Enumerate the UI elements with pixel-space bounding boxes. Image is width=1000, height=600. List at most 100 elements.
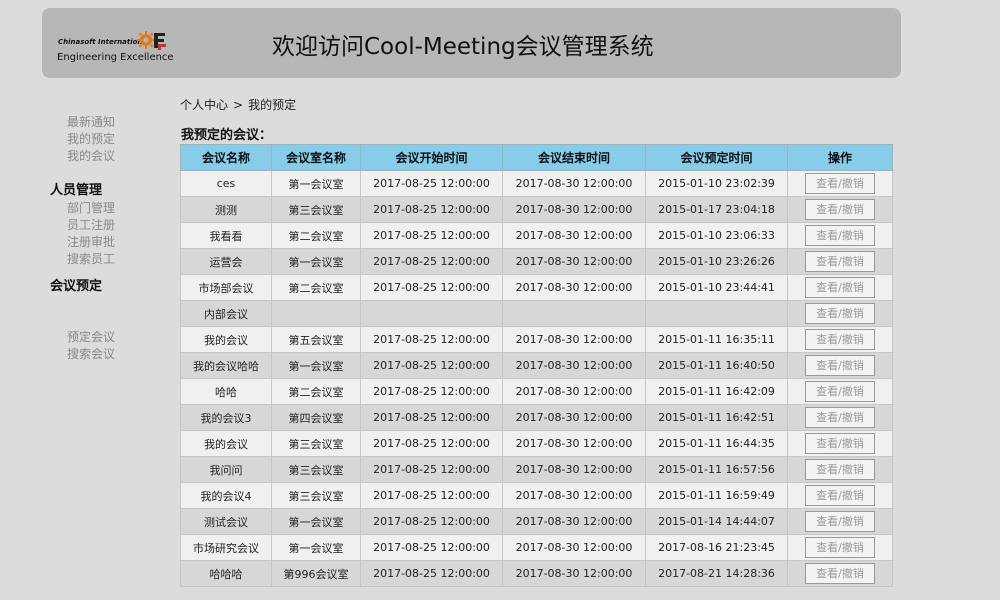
table-header-row: 会议名称 会议室名称 会议开始时间 会议结束时间 会议预定时间 操作 <box>180 144 893 171</box>
cell-end-time: 2017-08-30 12:00:00 <box>502 534 646 561</box>
view-cancel-button[interactable]: 查看/撤销 <box>805 225 875 246</box>
logo-main-text: Engineering Excellence <box>57 52 174 63</box>
cell-end-time: 2017-08-30 12:00:00 <box>502 274 646 301</box>
sidebar-nav: 最新通知 我的预定 我的会议 人员管理 部门管理 员工注册 注册审批 搜索员工 … <box>50 114 160 363</box>
cell-room-name: 第一会议室 <box>271 170 361 197</box>
cell-start-time: 2017-08-25 12:00:00 <box>360 352 503 379</box>
cell-meeting-name: 内部会议 <box>180 300 272 327</box>
view-cancel-button[interactable]: 查看/撤销 <box>805 329 875 350</box>
cell-meeting-name: 我的会议 <box>180 430 272 457</box>
sidebar-item-my-bookings[interactable]: 我的预定 <box>50 131 160 148</box>
cell-end-time: 2017-08-30 12:00:00 <box>502 170 646 197</box>
cell-start-time: 2017-08-25 12:00:00 <box>360 560 503 587</box>
table-row: 测测 第三会议室 2017-08-25 12:00:00 2017-08-30 12:… <box>180 196 893 223</box>
cell-room-name: 第二会议室 <box>271 222 361 249</box>
view-cancel-button[interactable]: 查看/撤销 <box>805 173 875 194</box>
sidebar-item-departments[interactable]: 部门管理 <box>50 200 160 217</box>
table-row: 我看看 第二会议室 2017-08-25 12:00:00 2017-08-30 12… <box>180 222 893 249</box>
cell-actions: 查看/撤销 <box>787 456 893 483</box>
cell-meeting-name: 我问问 <box>180 456 272 483</box>
table-row: 哈哈 第二会议室 2017-08-25 12:00:00 2017-08-30 12:… <box>180 378 893 405</box>
header-banner: Chinasoft International Engineering Exce… <box>42 8 901 78</box>
cell-room-name: 第三会议室 <box>271 196 361 223</box>
cell-start-time: 2017-08-25 12:00:00 <box>360 326 503 353</box>
col-header-room-name: 会议室名称 <box>271 144 361 171</box>
cell-actions: 查看/撤销 <box>787 274 893 301</box>
cell-start-time: 2017-08-25 12:00:00 <box>360 456 503 483</box>
cell-start-time: 2017-08-25 12:00:00 <box>360 274 503 301</box>
cell-meeting-name: 测测 <box>180 196 272 223</box>
cell-actions: 查看/撤销 <box>787 430 893 457</box>
table-row: 我问问 第三会议室 2017-08-25 12:00:00 2017-08-30 12… <box>180 456 893 483</box>
table-row: 我的会议 第三会议室 2017-08-25 12:00:00 2017-08-30 1… <box>180 430 893 457</box>
cell-room-name: 第996会议室 <box>271 560 361 587</box>
cell-end-time: 2017-08-30 12:00:00 <box>502 560 646 587</box>
table-row: 我的会议 第五会议室 2017-08-25 12:00:00 2017-08-30 1… <box>180 326 893 353</box>
view-cancel-button[interactable]: 查看/撤销 <box>805 251 875 272</box>
cell-actions: 查看/撤销 <box>787 378 893 405</box>
cell-end-time: 2017-08-30 12:00:00 <box>502 196 646 223</box>
view-cancel-button[interactable]: 查看/撤销 <box>805 199 875 220</box>
sidebar-item-register-employee[interactable]: 员工注册 <box>50 217 160 234</box>
cell-room-name: 第五会议室 <box>271 326 361 353</box>
cell-meeting-name: 市场部会议 <box>180 274 272 301</box>
cell-actions: 查看/撤销 <box>787 560 893 587</box>
view-cancel-button[interactable]: 查看/撤销 <box>805 277 875 298</box>
cell-meeting-name: 我的会议 <box>180 326 272 353</box>
sidebar-heading-booking: 会议预定 <box>50 279 103 294</box>
cell-room-name <box>271 300 361 327</box>
view-cancel-button[interactable]: 查看/撤销 <box>805 563 875 584</box>
cell-booked-time: 2015-01-11 16:59:49 <box>645 482 788 509</box>
col-header-actions: 操作 <box>787 144 893 171</box>
view-cancel-button[interactable]: 查看/撤销 <box>805 485 875 506</box>
view-cancel-button[interactable]: 查看/撤销 <box>805 537 875 558</box>
cell-booked-time: 2015-01-11 16:42:51 <box>645 404 788 431</box>
sidebar-item-search-employee[interactable]: 搜索员工 <box>50 251 160 268</box>
cell-end-time: 2017-08-30 12:00:00 <box>502 482 646 509</box>
cell-actions: 查看/撤销 <box>787 248 893 275</box>
cell-start-time: 2017-08-25 12:00:00 <box>360 248 503 275</box>
cell-room-name: 第二会议室 <box>271 378 361 405</box>
cell-meeting-name: 我的会议3 <box>180 404 272 431</box>
col-header-end-time: 会议结束时间 <box>502 144 646 171</box>
cell-meeting-name: ces <box>180 170 272 197</box>
cell-start-time: 2017-08-25 12:00:00 <box>360 404 503 431</box>
view-cancel-button[interactable]: 查看/撤销 <box>805 303 875 324</box>
app-window: Chinasoft International Engineering Exce… <box>0 0 1000 600</box>
cell-meeting-name: 哈哈 <box>180 378 272 405</box>
sidebar-item-approvals[interactable]: 注册审批 <box>50 234 160 251</box>
cell-start-time: 2017-08-25 12:00:00 <box>360 430 503 457</box>
breadcrumb: 个人中心 > 我的预定 <box>180 96 296 113</box>
cell-start-time: 2017-08-25 12:00:00 <box>360 378 503 405</box>
cell-end-time: 2017-08-30 12:00:00 <box>502 430 646 457</box>
cell-room-name: 第四会议室 <box>271 404 361 431</box>
view-cancel-button[interactable]: 查看/撤销 <box>805 381 875 402</box>
view-cancel-button[interactable]: 查看/撤销 <box>805 433 875 454</box>
table-row: ces 第一会议室 2017-08-25 12:00:00 2017-08-30 12… <box>180 170 893 197</box>
cell-booked-time: 2015-01-17 23:04:18 <box>645 196 788 223</box>
cell-room-name: 第二会议室 <box>271 274 361 301</box>
view-cancel-button[interactable]: 查看/撤销 <box>805 511 875 532</box>
cell-start-time: 2017-08-25 12:00:00 <box>360 222 503 249</box>
cell-booked-time: 2015-01-11 16:42:09 <box>645 378 788 405</box>
cell-booked-time <box>645 300 788 327</box>
breadcrumb-parent[interactable]: 个人中心 <box>180 98 228 112</box>
cell-start-time <box>360 300 503 327</box>
sidebar-item-notices[interactable]: 最新通知 <box>50 114 160 131</box>
view-cancel-button[interactable]: 查看/撤销 <box>805 459 875 480</box>
cell-room-name: 第三会议室 <box>271 430 361 457</box>
cell-booked-time: 2015-01-10 23:44:41 <box>645 274 788 301</box>
sidebar-heading-staff: 人员管理 <box>50 183 103 198</box>
company-logo: Chinasoft International Engineering Exce… <box>56 22 176 64</box>
cell-room-name: 第一会议室 <box>271 508 361 535</box>
cell-end-time: 2017-08-30 12:00:00 <box>502 404 646 431</box>
cell-end-time: 2017-08-30 12:00:00 <box>502 456 646 483</box>
table-row: 市场研究会议 第一会议室 2017-08-25 12:00:00 2017-08-30… <box>180 534 893 561</box>
view-cancel-button[interactable]: 查看/撤销 <box>805 407 875 428</box>
view-cancel-button[interactable]: 查看/撤销 <box>805 355 875 376</box>
cell-start-time: 2017-08-25 12:00:00 <box>360 482 503 509</box>
sidebar-item-book-meeting[interactable]: 预定会议 <box>50 329 160 346</box>
sidebar-item-search-meeting[interactable]: 搜索会议 <box>50 346 160 363</box>
cell-actions: 查看/撤销 <box>787 170 893 197</box>
sidebar-item-my-meetings[interactable]: 我的会议 <box>50 148 160 165</box>
